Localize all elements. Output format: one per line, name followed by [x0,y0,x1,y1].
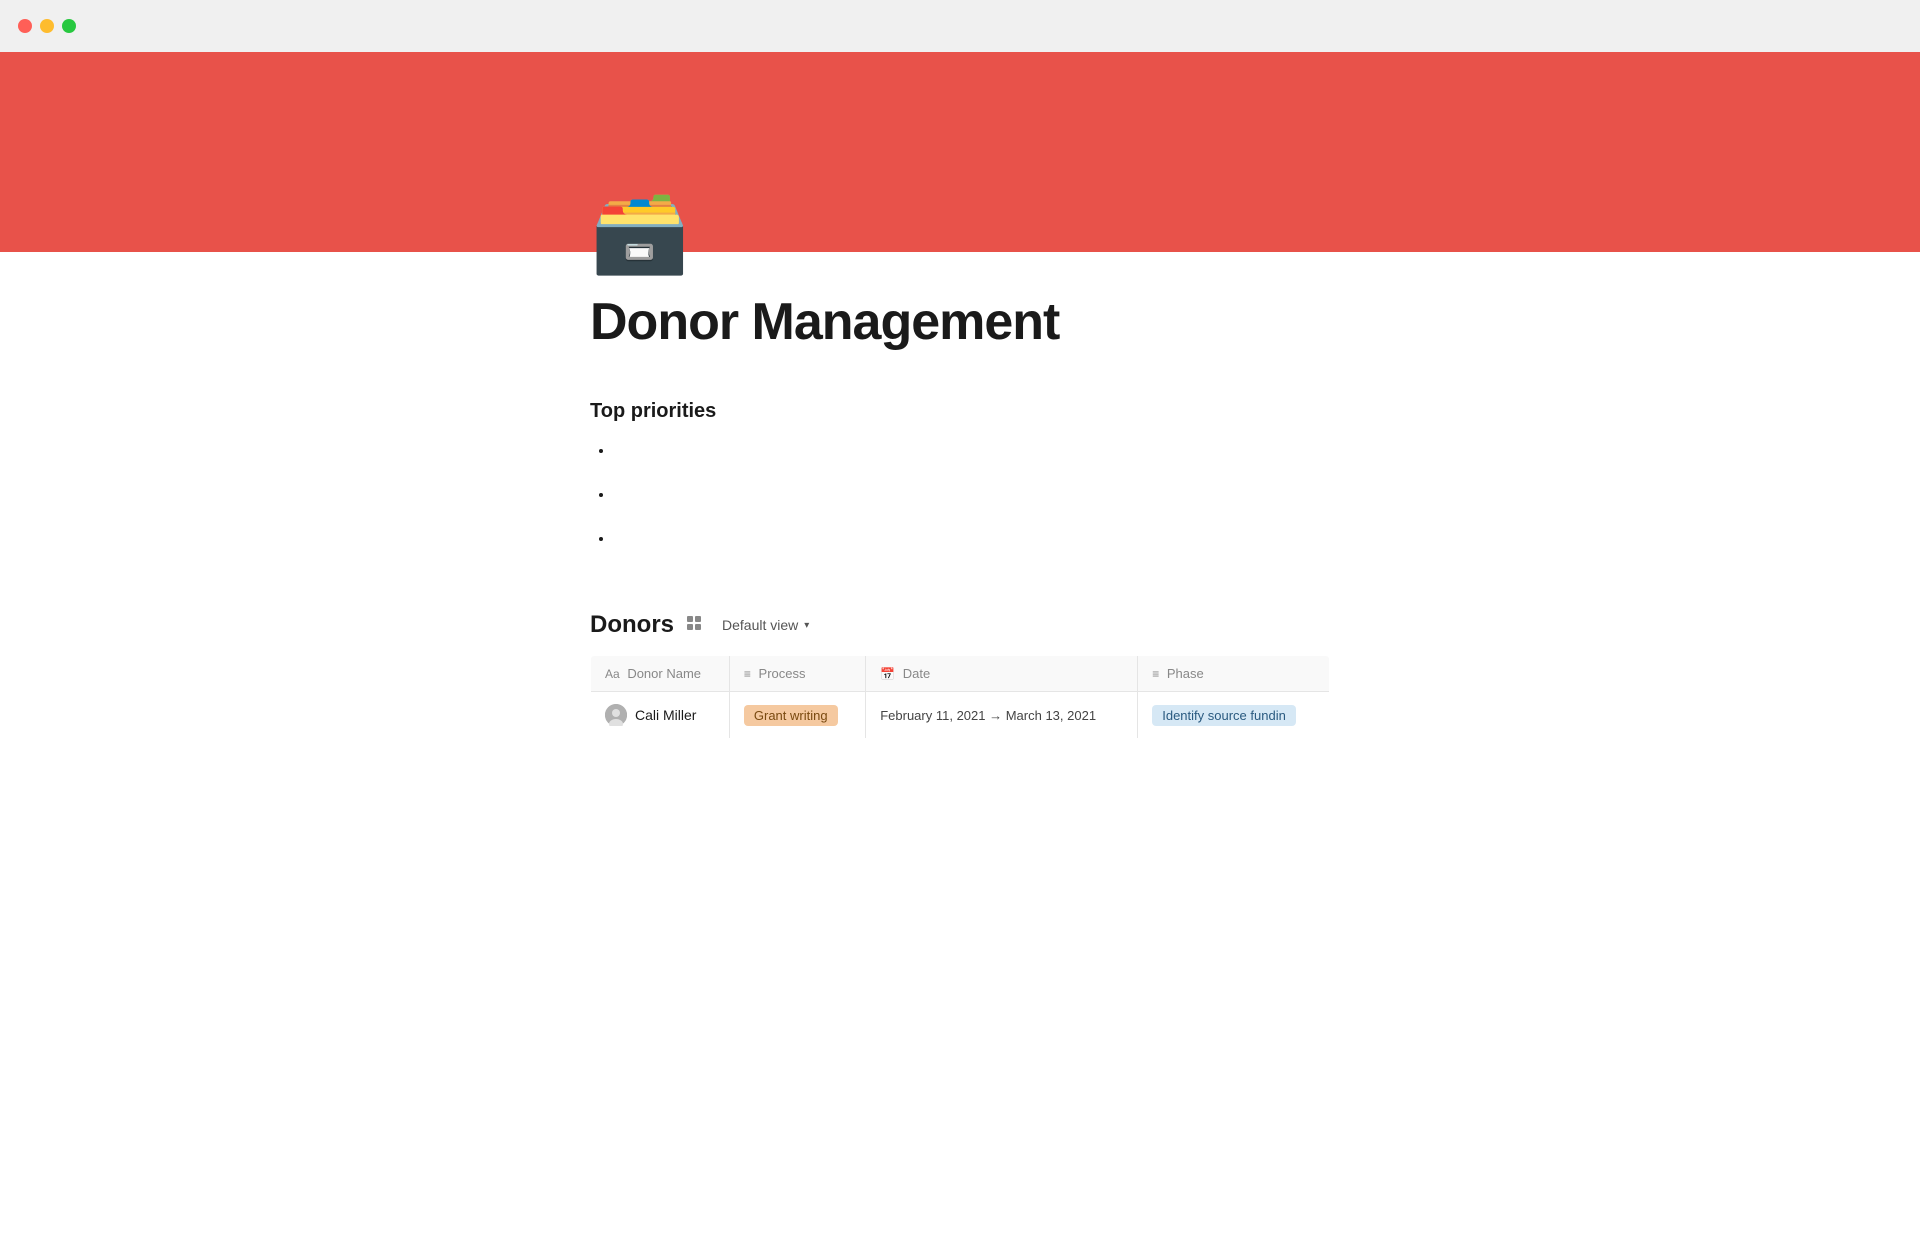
database-header: Donors Default view ▾ [590,611,1330,639]
col-phase: ≡ Phase [1138,656,1330,692]
default-view-label: Default view [722,617,798,633]
col-process: ≡ Process [729,656,865,692]
default-view-button[interactable]: Default view ▾ [714,613,817,637]
process-tag: Grant writing [744,705,838,726]
database-title: Donors [590,611,674,639]
page-content: 🗃️ Donor Management Top priorities Donor… [410,192,1510,739]
priority-item-3 [614,527,1330,551]
minimize-button[interactable] [40,19,54,33]
main-content: 🗃️ Donor Management Top priorities Donor… [0,52,1920,739]
table-header-row: Aa Donor Name ≡ Process 📅 Date ≡ Phase [591,656,1330,692]
col-phase-label: Phase [1167,666,1204,681]
chevron-down-icon: ▾ [804,620,809,631]
list-col-icon-phase: ≡ [1152,667,1159,681]
col-date: 📅 Date [866,656,1138,692]
col-date-label: Date [903,666,930,681]
page-title: Donor Management [590,292,1330,352]
maximize-button[interactable] [62,19,76,33]
page-icon: 🗃️ [590,192,1330,272]
close-button[interactable] [18,19,32,33]
priorities-list [590,439,1330,551]
cell-donor-name: Cali Miller [591,692,730,739]
col-donor-name: Aa Donor Name [591,656,730,692]
cell-date: February 11, 2021 → March 13, 2021 [866,692,1138,739]
window-titlebar [0,0,1920,52]
text-col-icon: Aa [605,667,620,681]
priority-item-2 [614,483,1330,507]
donors-table: Aa Donor Name ≡ Process 📅 Date ≡ Phase [590,655,1330,739]
cell-phase: Identify source fundin [1138,692,1330,739]
table-row[interactable]: Cali Miller Grant writing February 11, 2… [591,692,1330,739]
list-col-icon-process: ≡ [744,667,751,681]
col-process-label: Process [759,666,806,681]
col-donor-name-label: Donor Name [627,666,701,681]
cell-process: Grant writing [729,692,865,739]
date-text: February 11, 2021 → March 13, 2021 [880,708,1096,723]
priorities-heading: Top priorities [590,400,1330,423]
grid-view-icon [686,615,702,636]
calendar-col-icon: 📅 [880,667,895,681]
donor-name-text: Cali Miller [635,707,696,723]
priority-item-1 [614,439,1330,463]
phase-tag: Identify source fundin [1152,705,1296,726]
avatar [605,704,627,726]
